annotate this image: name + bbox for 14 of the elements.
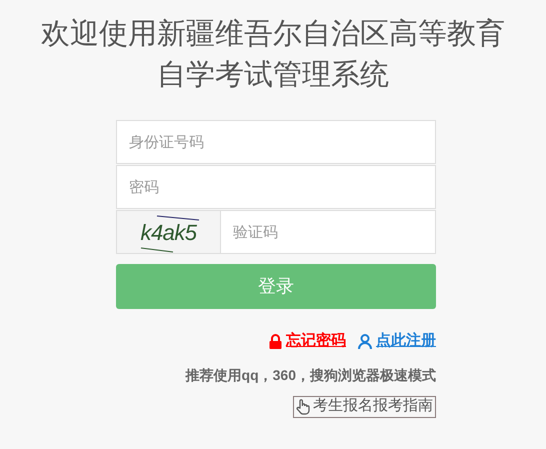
link[interactable]: 忘记密码 [286,330,346,352]
page-title: 欢迎使用新疆维吾尔自治区高等教育 [41,17,505,52]
page-title: 自学考试管理系统 [157,58,389,93]
password-field[interactable]: 密码 [116,165,436,209]
captcha-image[interactable]: k4ak5 [116,210,221,254]
login-button[interactable]: 登录 [116,264,436,309]
browser-tip: 推荐使用qq，360，搜狗浏览器极速模式 [184,366,436,385]
lock-icon [269,334,282,349]
id-number-field[interactable]: 身份证号码 [116,120,436,164]
link[interactable]: 点此注册 [376,330,436,352]
hand-pointer-icon [296,398,310,414]
captcha-field[interactable]: 验证码 [221,210,436,254]
user-icon [358,334,372,349]
guide-button[interactable]: 考生报名报考指南 [293,396,436,418]
